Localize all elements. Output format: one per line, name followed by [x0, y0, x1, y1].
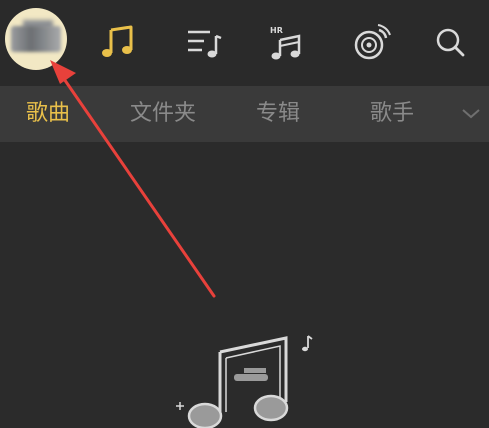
top-nav-bar: HR	[0, 0, 489, 86]
category-tab-bar: 歌曲 文件夹 专辑 歌手	[0, 86, 489, 142]
music-note-icon[interactable]	[98, 22, 138, 62]
user-avatar[interactable]	[5, 8, 67, 70]
tab-artists[interactable]: 歌手	[370, 100, 414, 128]
music-note-empty-icon	[176, 335, 313, 428]
playlist-icon[interactable]	[184, 22, 224, 62]
radio-disc-icon[interactable]	[352, 22, 392, 62]
tab-albums[interactable]: 专辑	[256, 100, 300, 128]
tab-folders[interactable]: 文件夹	[130, 100, 196, 128]
music-app-screen: HR 歌曲 文件夹 专辑 歌手	[0, 0, 489, 428]
chevron-down-icon[interactable]	[460, 102, 482, 124]
avatar-blur-mask	[11, 26, 61, 52]
hr-music-icon[interactable]: HR	[266, 22, 306, 62]
tab-songs[interactable]: 歌曲	[26, 100, 70, 128]
search-icon[interactable]	[430, 22, 470, 62]
svg-text:HR: HR	[270, 26, 283, 35]
